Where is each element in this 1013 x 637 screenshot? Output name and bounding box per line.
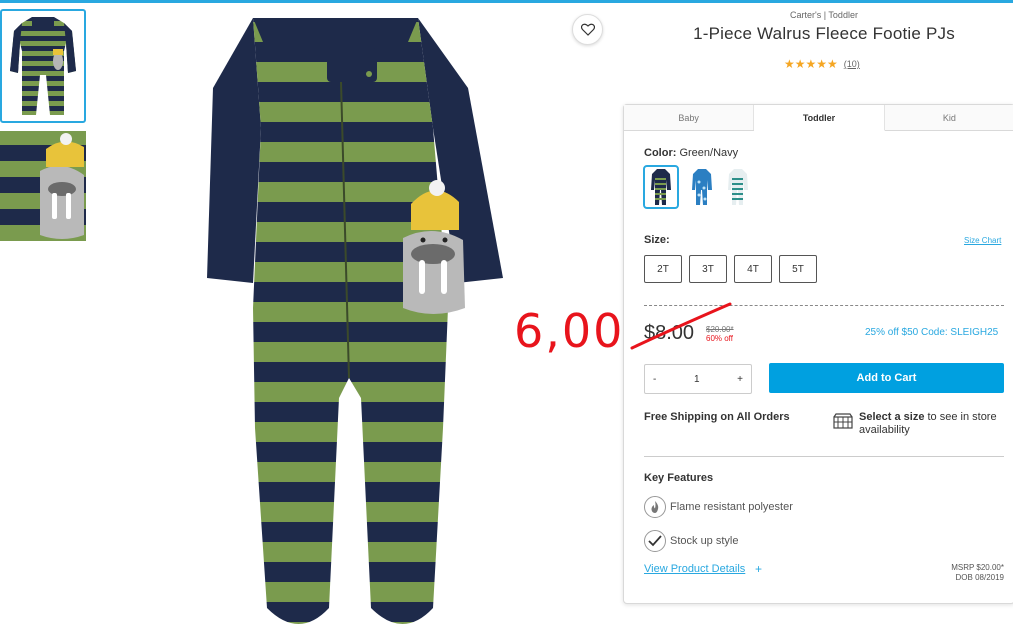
blue-print-swatch-image: [692, 169, 712, 205]
walrus-detail-thumbnail-image: [0, 131, 86, 241]
view-product-details-link[interactable]: View Product Details: [644, 563, 745, 575]
size-chart-link[interactable]: Size Chart: [964, 236, 1001, 245]
star-rating: ★★★★★: [784, 57, 838, 71]
size-option-4t[interactable]: 4T: [734, 255, 772, 283]
color-swatch-green-navy[interactable]: [643, 165, 679, 209]
add-to-cart-button[interactable]: Add to Cart: [769, 363, 1004, 393]
color-label: Color: Green/Navy: [644, 147, 738, 159]
white-stripe-swatch-image: [728, 169, 748, 205]
product-title: 1-Piece Walrus Fleece Footie PJs: [693, 24, 955, 43]
decrease-quantity-button[interactable]: -: [653, 374, 656, 385]
product-options-panel: Baby Toddler Kid Color: Green/Navy Size:…: [623, 104, 1013, 604]
size-option-3t[interactable]: 3T: [689, 255, 727, 283]
flame-icon: [644, 496, 666, 518]
rating-row[interactable]: ★★★★★ (10): [784, 57, 860, 71]
increase-quantity-button[interactable]: +: [737, 374, 743, 385]
expand-details-icon[interactable]: +: [755, 562, 762, 576]
feature-flame-resistant: Flame resistant polyester: [670, 501, 793, 513]
thumbnail-front[interactable]: [0, 9, 86, 123]
pajama-thumbnail-image: [10, 17, 76, 115]
check-icon: [644, 530, 666, 552]
dob-line: DOB 08/2019: [955, 573, 1004, 582]
age-group-tabs: Baby Toddler Kid: [624, 105, 1013, 131]
tab-toddler[interactable]: Toddler: [754, 105, 885, 131]
selected-color-name: Green/Navy: [679, 147, 739, 159]
brand-breadcrumb[interactable]: Carter's | Toddler: [724, 10, 924, 20]
tab-kid[interactable]: Kid: [884, 105, 1013, 130]
favorite-button[interactable]: [572, 14, 603, 45]
green-navy-swatch-image: [651, 169, 671, 205]
size-option-2t[interactable]: 2T: [644, 255, 682, 283]
free-shipping-text: Free Shipping on All Orders: [644, 411, 790, 423]
top-accent-line: [0, 0, 1013, 3]
price-annotation-text: 6,00: [514, 304, 625, 358]
size-label: Size:: [644, 234, 670, 246]
color-label-prefix: Color:: [644, 147, 677, 159]
feature-stock-up: Stock up style: [670, 535, 739, 547]
quantity-stepper: - 1 +: [644, 364, 752, 394]
quantity-input[interactable]: 1: [694, 374, 700, 385]
msrp-line: MSRP $20.00*: [951, 563, 1004, 572]
tab-baby[interactable]: Baby: [624, 105, 755, 130]
select-size-prompt: Select a size: [859, 411, 925, 423]
msrp-dob-info: MSRP $20.00* DOB 08/2019: [924, 563, 1004, 583]
store-availability-text: Select a size to see in store availabili…: [859, 411, 1009, 437]
thumbnail-detail[interactable]: [0, 131, 86, 241]
size-option-5t[interactable]: 5T: [779, 255, 817, 283]
price-strikethrough-annotation: [630, 302, 732, 350]
color-swatch-blue-print[interactable]: [684, 165, 720, 209]
heart-icon: [580, 23, 595, 36]
promo-code-text[interactable]: 25% off $50 Code: SLEIGH25: [865, 327, 998, 338]
store-icon: [833, 413, 853, 429]
features-divider: [644, 456, 1004, 457]
review-count-link[interactable]: (10): [844, 59, 860, 69]
key-features-title: Key Features: [644, 472, 714, 484]
color-swatch-white-stripe[interactable]: [720, 165, 756, 209]
